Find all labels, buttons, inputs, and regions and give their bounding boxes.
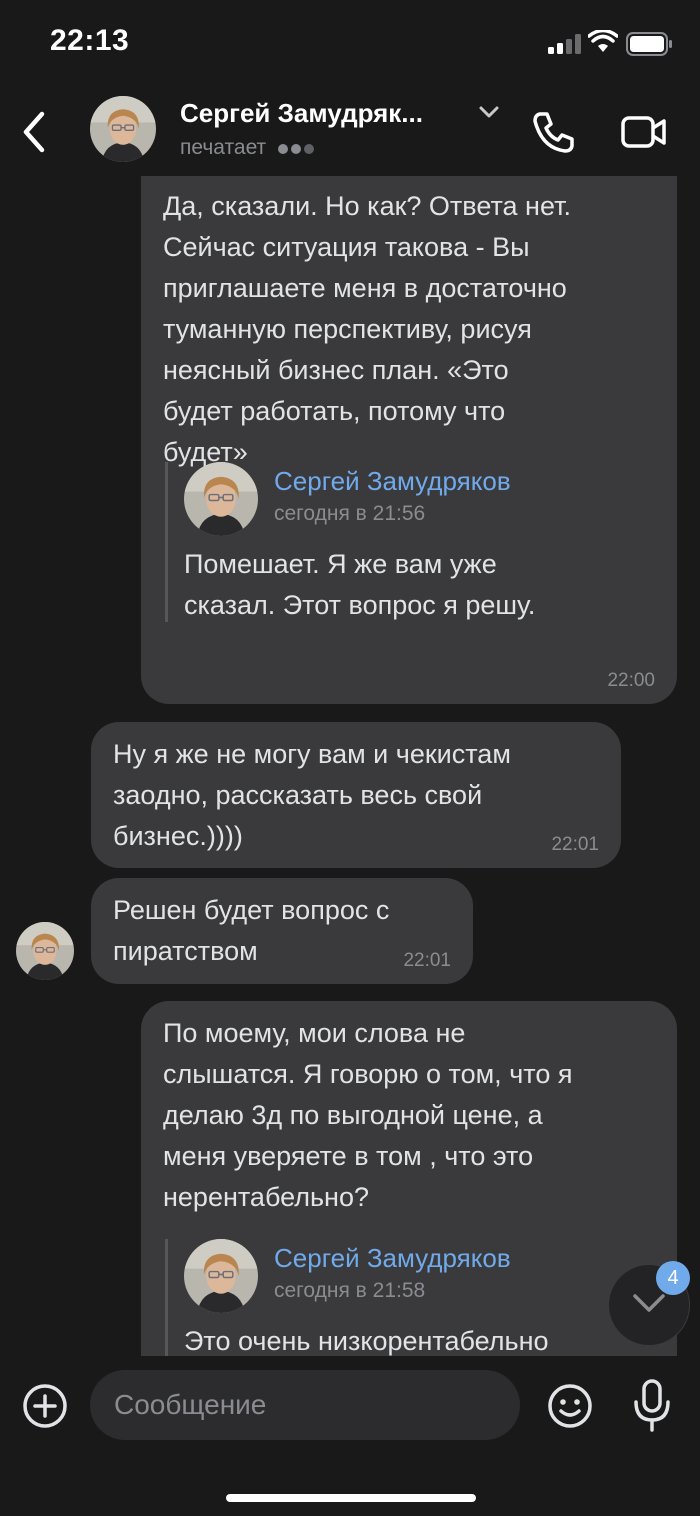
message-text: По моему, мои слова не слышатся. Я говор… <box>163 1018 573 1212</box>
unread-count-badge: 4 <box>656 1261 690 1295</box>
message-input[interactable] <box>90 1370 520 1440</box>
reply-quote[interactable]: Сергей Замудряков сегодня в 21:58 Это оч… <box>165 1239 674 1356</box>
reply-text: Это очень низкорентабельно <box>184 1326 549 1356</box>
microphone-icon[interactable] <box>632 1378 672 1434</box>
home-indicator[interactable] <box>226 1494 476 1502</box>
reply-author-name: Сергей Замудряков <box>274 1243 511 1273</box>
phone-call-icon[interactable] <box>530 108 578 156</box>
add-attachment-icon[interactable] <box>22 1383 68 1429</box>
chat-header: Сергей Замудряк... печатает <box>0 88 700 176</box>
back-arrow-icon[interactable] <box>18 108 50 156</box>
reply-date: сегодня в 21:58 <box>274 1279 426 1302</box>
message-bubble-incoming[interactable]: Ну я же не могу вам и чекистам заодно, р… <box>91 722 621 868</box>
wifi-icon <box>588 30 618 52</box>
reply-author-avatar <box>184 1239 258 1313</box>
battery-icon <box>626 32 672 56</box>
reply-date: сегодня в 21:56 <box>274 502 426 525</box>
chevron-down-icon <box>633 1294 665 1312</box>
message-time: 22:01 <box>403 950 451 971</box>
message-list[interactable]: Да, сказали. Но как? Ответа нет. Сейчас … <box>0 176 700 1356</box>
message-text: Да, сказали. Но как? Ответа нет. Сейчас … <box>163 191 571 467</box>
message-bubble-incoming[interactable]: Решен будет вопрос с пиратством 22:01 <box>91 878 473 984</box>
message-bubble-outgoing[interactable]: По моему, мои слова не слышатся. Я говор… <box>141 1001 677 1356</box>
reply-author-avatar <box>184 462 258 536</box>
message-text: Решен будет вопрос с пиратством <box>113 895 390 966</box>
reply-author-name: Сергей Замудряков <box>274 466 511 496</box>
contact-name[interactable]: Сергей Замудряк... <box>180 98 423 129</box>
signal-icon <box>548 34 581 54</box>
chevron-down-icon[interactable] <box>478 104 500 120</box>
reply-text: Помешает. Я же вам уже сказал. Этот вопр… <box>184 549 536 620</box>
message-time: 22:01 <box>551 834 599 855</box>
video-call-icon[interactable] <box>620 112 668 152</box>
message-text: Ну я же не могу вам и чекистам заодно, р… <box>113 739 511 851</box>
typing-status: печатает <box>180 136 317 160</box>
message-time: 22:00 <box>607 670 655 691</box>
contact-avatar[interactable] <box>90 96 156 162</box>
status-bar: 22:13 <box>0 0 700 88</box>
reply-quote[interactable]: Сергей Замудряков сегодня в 21:56 Помеша… <box>165 462 674 622</box>
status-time: 22:13 <box>50 24 130 57</box>
message-bubble-outgoing[interactable]: Да, сказали. Но как? Ответа нет. Сейчас … <box>141 176 677 704</box>
sticker-smile-icon[interactable] <box>546 1382 594 1430</box>
sender-avatar[interactable] <box>16 922 74 980</box>
typing-dots-icon <box>278 136 317 160</box>
message-composer <box>0 1356 700 1516</box>
